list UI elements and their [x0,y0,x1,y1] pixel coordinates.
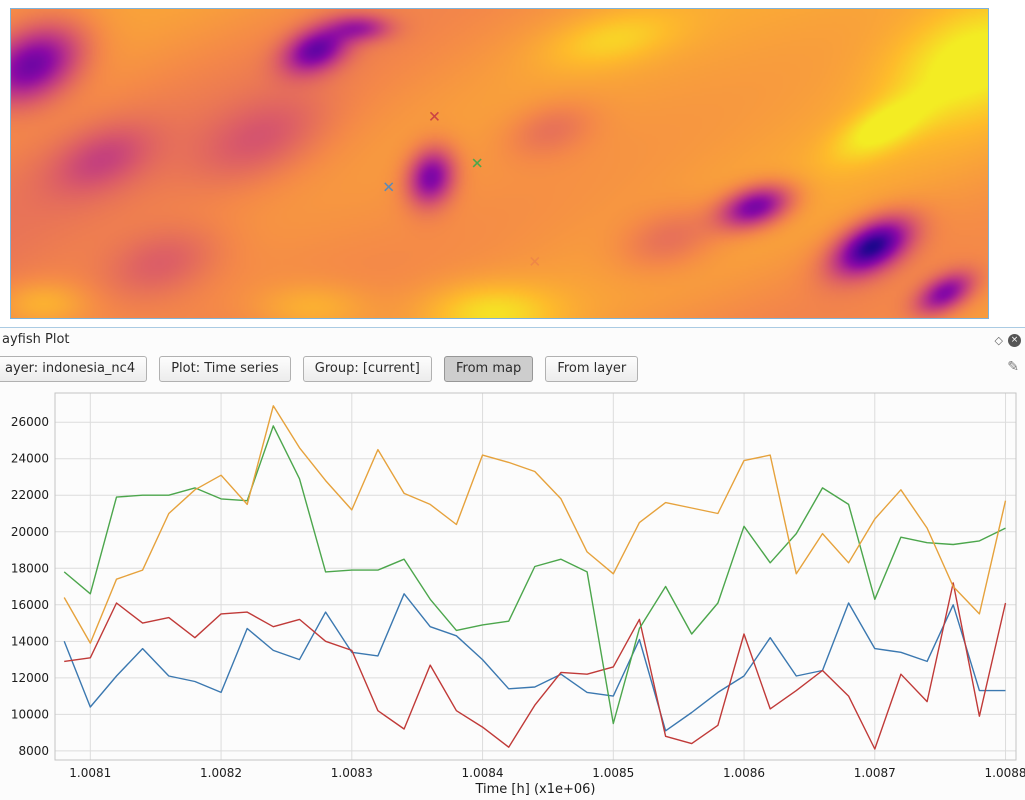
y-tick-label: 10000 [11,707,49,721]
x-axis-title: Time [h] (x1e+06) [474,782,595,797]
plot-type-button[interactable]: Plot: Time series [159,356,290,382]
timeseries-chart[interactable]: 8000 10000 12000 14000 16000 18000 20000 22000 2… [0,385,1025,800]
group-selector-button[interactable]: Group: [current] [303,356,432,382]
y-tick-label: 14000 [11,634,49,648]
y-tick-label: 24000 [11,452,49,466]
float-panel-icon[interactable]: ◇ [995,335,1003,346]
app-root: { "panel": { "title": "ayfish Plot", "fl… [0,0,1025,800]
from-layer-button[interactable]: From layer [545,356,638,382]
x-tick-label: 1.0087 [854,766,896,780]
x-tick-label: 1.0088 [985,766,1025,780]
y-tick-label: 26000 [11,415,49,429]
plot-toolbar: ayer: indonesia_nc4 Plot: Time series Gr… [0,352,1025,386]
series-orange [64,406,1005,643]
from-map-button[interactable]: From map [444,356,533,382]
panel-title: ayfish Plot [2,332,70,347]
x-tick-label: 1.0085 [592,766,634,780]
x-tick-label: 1.0084 [462,766,504,780]
map-point-markers [11,9,988,318]
series-blue [64,594,1005,731]
layer-selector-button[interactable]: ayer: indonesia_nc4 [0,356,147,382]
x-tick-label: 1.0081 [69,766,111,780]
y-tick-label: 22000 [11,488,49,502]
y-tick-label: 12000 [11,671,49,685]
plot-options-icon[interactable]: ✎ [1007,359,1019,375]
series-green [64,426,1005,724]
x-tick-label: 1.0082 [200,766,242,780]
x-tick-label: 1.0086 [723,766,765,780]
panel-titlebar: ayfish Plot ◇ × [0,328,1025,352]
y-tick-label: 16000 [11,598,49,612]
map-canvas-area[interactable] [10,8,989,319]
y-tick-label: 20000 [11,525,49,539]
y-tick-label: 8000 [18,744,49,758]
y-tick-label: 18000 [11,561,49,575]
close-panel-icon[interactable]: × [1008,334,1021,347]
series-red [64,583,1005,749]
x-tick-label: 1.0083 [331,766,373,780]
